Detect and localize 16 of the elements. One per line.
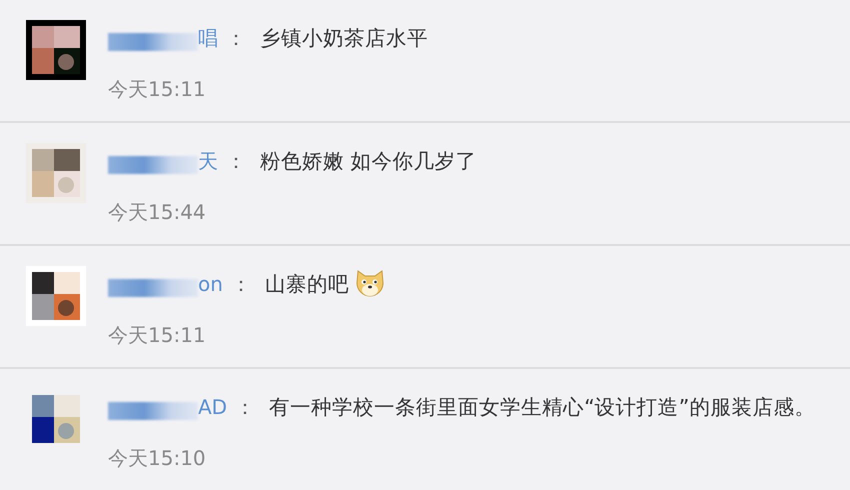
colon-separator: ：: [226, 148, 246, 174]
colon-separator: ：: [226, 24, 246, 52]
colon-separator: ：: [235, 394, 256, 420]
comment-text: 有一种学校一条街里面女学生精心“设计打造”的服装店感。: [269, 394, 816, 421]
comment-text: 山寨的吧: [264, 271, 349, 298]
username-link[interactable]: 唱: [198, 24, 218, 52]
timestamp: 今天15:11: [108, 322, 207, 349]
timestamp: 今天15:10: [108, 445, 207, 472]
username-link[interactable]: on: [198, 272, 223, 296]
username-link[interactable]: AD: [198, 395, 228, 419]
comment-text: 乡镇小奶茶店水平: [260, 25, 428, 52]
timestamp: 今天15:11: [108, 76, 207, 103]
timestamp: 今天15:44: [108, 199, 207, 226]
username-link[interactable]: 天: [198, 148, 218, 174]
colon-separator: ：: [230, 270, 251, 298]
comment-text: 粉色娇嫩 如今你几岁了: [260, 148, 477, 175]
